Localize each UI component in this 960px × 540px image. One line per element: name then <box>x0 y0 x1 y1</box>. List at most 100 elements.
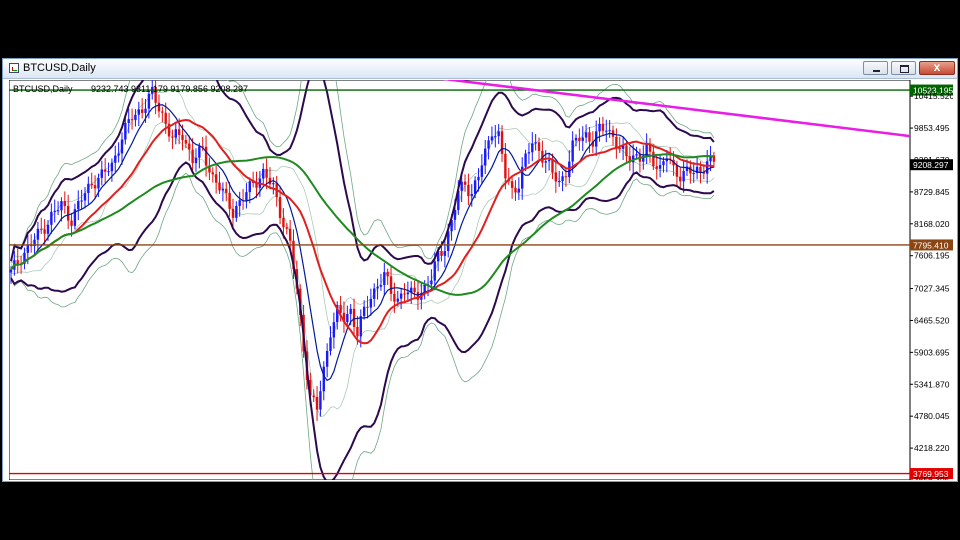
candle-body <box>221 188 225 191</box>
close-button[interactable]: x <box>919 60 955 75</box>
candle-body <box>537 142 541 151</box>
candle-body <box>403 293 406 295</box>
candle-body <box>574 137 578 141</box>
candle-body <box>473 180 477 194</box>
candle-body <box>598 123 601 132</box>
candle-body <box>463 181 467 185</box>
candle-body <box>477 176 480 181</box>
candle-body <box>278 197 282 218</box>
chart-symbol-label: BTCUSD,Daily <box>13 84 73 94</box>
candle-body <box>140 109 144 113</box>
candle-body <box>578 137 581 141</box>
candle-body <box>494 136 497 138</box>
candle-body <box>547 160 551 162</box>
candle-body <box>181 134 184 140</box>
candle-body <box>514 187 517 193</box>
candle-body <box>100 169 104 178</box>
candle-body <box>373 288 376 299</box>
candle-body <box>551 160 554 173</box>
y-tick-label: 9853.495 <box>914 123 950 133</box>
candle-body <box>194 157 198 164</box>
y-tick-label: 10415.520 <box>914 91 953 101</box>
y-tick-label: 3656.395 <box>914 475 950 480</box>
candle-body <box>228 192 231 209</box>
candle-body <box>16 260 19 264</box>
y-tick-label: 4218.220 <box>914 443 950 453</box>
candle-body <box>325 350 329 367</box>
candle-body <box>315 396 319 410</box>
chart-window: BTCUSD,Daily x 10523.195 7795.410 3769.953… <box>2 1 958 540</box>
candle-body <box>430 280 433 285</box>
candle-body <box>413 287 416 293</box>
candle-body <box>618 148 621 150</box>
candle-body <box>26 245 30 253</box>
candle-body <box>396 298 399 302</box>
plot-frame <box>8 79 911 481</box>
candle-body <box>262 168 265 179</box>
candle-body <box>93 185 97 189</box>
candle-body <box>564 176 568 178</box>
candle-body <box>625 145 628 157</box>
candle-body <box>144 108 147 113</box>
candle-body <box>490 136 494 141</box>
candle-body <box>77 200 80 210</box>
candle-body <box>127 119 130 123</box>
candle-body <box>504 153 507 179</box>
candle-body <box>470 193 473 197</box>
candle-body <box>376 286 379 289</box>
candle-body <box>117 153 120 156</box>
candle-body <box>87 183 90 194</box>
candle-body <box>386 272 389 277</box>
candle-body <box>524 153 527 167</box>
candle-body <box>544 161 547 163</box>
candle-body <box>487 140 490 149</box>
candle-body <box>248 181 251 193</box>
candle-body <box>615 136 618 149</box>
y-tick-label: 5903.695 <box>914 347 950 357</box>
candle-body <box>440 250 443 256</box>
candle-body <box>50 211 53 225</box>
candle-body <box>366 306 369 308</box>
candle-body <box>235 205 238 218</box>
candle-body <box>467 184 470 197</box>
candle-body <box>497 131 500 137</box>
candle-body <box>346 314 349 323</box>
candle-body <box>134 114 137 121</box>
candle-body <box>40 228 43 230</box>
candle-body <box>130 119 134 121</box>
candle-body <box>705 161 709 174</box>
candle-body <box>352 308 356 327</box>
y-tick-label: 7027.345 <box>914 284 950 294</box>
candle-body <box>80 200 83 202</box>
window-titlebar[interactable]: BTCUSD,Daily x <box>3 59 957 79</box>
candle-body <box>433 261 436 281</box>
candle-body <box>218 182 221 191</box>
candle-body <box>204 146 208 166</box>
candle-body <box>120 139 124 154</box>
chart-window-icon <box>9 63 19 73</box>
chart-area[interactable]: 10523.195 7795.410 3769.953 10415.520 9853.… <box>8 1 954 540</box>
candle-body <box>406 292 410 295</box>
candle-body <box>692 173 695 175</box>
candle-body <box>581 137 584 141</box>
candle-body <box>245 192 248 202</box>
candle-body <box>561 176 564 182</box>
y-tick-label: 5341.870 <box>914 379 950 389</box>
candle-body <box>699 166 702 173</box>
candle-body <box>652 151 655 167</box>
price-chart[interactable]: 10523.1957795.4103769.953 10415.5209853.… <box>8 1 954 540</box>
y-tick-label: 8168.020 <box>914 219 950 229</box>
candle-body <box>137 109 141 115</box>
minimize-button[interactable] <box>863 61 888 75</box>
candle-body <box>662 161 665 166</box>
candle-body <box>332 322 336 338</box>
candle-body <box>312 395 315 397</box>
maximize-button[interactable] <box>891 61 916 75</box>
candle-body <box>164 112 167 124</box>
candle-body <box>285 227 288 229</box>
candle-body <box>362 306 366 317</box>
candle-body <box>265 168 268 178</box>
candle-body <box>319 391 322 410</box>
candle-body <box>97 177 100 189</box>
candle-body <box>184 139 188 144</box>
